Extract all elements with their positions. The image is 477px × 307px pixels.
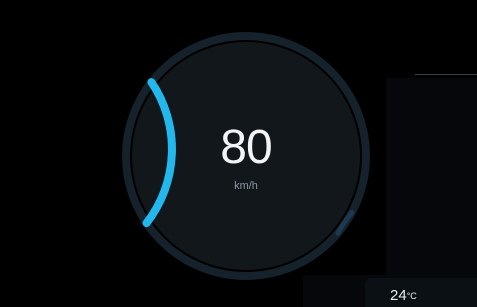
cluster-screen: 24°C 80 km/h [0,0,477,307]
speed-unit: km/h [234,180,258,192]
speed-readout: 80 [220,121,272,174]
